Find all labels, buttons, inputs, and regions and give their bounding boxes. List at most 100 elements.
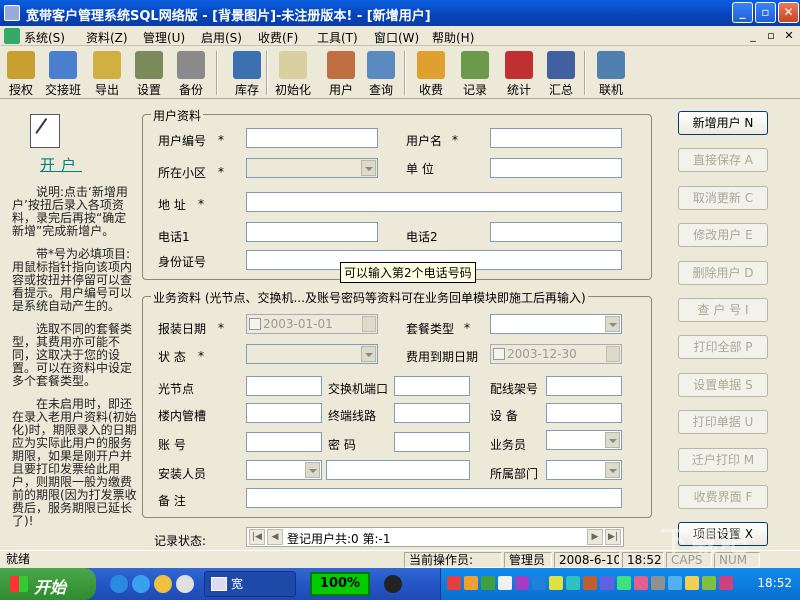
action-button-2[interactable]: 取消更新 C — [678, 185, 768, 210]
terminal-line-input[interactable] — [394, 403, 470, 423]
tray-app-icon[interactable] — [600, 576, 614, 590]
menu-help[interactable]: 帮助(H) — [432, 29, 474, 46]
expire-date-checkbox[interactable] — [493, 348, 505, 360]
tray-app-icon[interactable] — [515, 576, 529, 590]
tray-app-icon[interactable] — [634, 576, 648, 590]
tray-app-icon[interactable] — [464, 576, 478, 590]
folder-icon[interactable] — [154, 575, 172, 593]
tray-app-icon[interactable] — [549, 576, 563, 590]
action-button-1[interactable]: 直接保存 A — [678, 148, 768, 173]
action-button-10[interactable]: 收费界面 F — [678, 485, 768, 509]
chevron-down-icon[interactable] — [305, 462, 320, 478]
taskbar-app-button[interactable]: 宽 — [204, 571, 296, 597]
package-select[interactable] — [490, 314, 622, 334]
mdi-restore-button[interactable]: ▫ — [764, 29, 778, 42]
chevron-down-icon[interactable] — [605, 432, 620, 448]
install-date-picker[interactable]: 2003-01-01 — [246, 314, 378, 334]
menu-app-icon[interactable] — [4, 28, 20, 44]
spinner-icon[interactable] — [606, 346, 620, 362]
chevron-down-icon[interactable] — [605, 462, 620, 478]
menu-window[interactable]: 窗口(W) — [374, 29, 419, 46]
first-record-button[interactable]: |◀ — [249, 529, 265, 545]
tray-app-icon[interactable] — [702, 576, 716, 590]
mdi-close-button[interactable]: ✕ — [782, 29, 796, 42]
toolbar-button-4[interactable]: 备份 — [170, 49, 212, 97]
toolbar-button-2[interactable]: 导出 — [86, 49, 128, 97]
action-button-0[interactable]: 新增用户 N — [678, 111, 768, 135]
toolbar-button-10[interactable]: 记录 — [454, 49, 496, 97]
tray-app-icon[interactable] — [668, 576, 682, 590]
last-record-button[interactable]: ▶| — [605, 529, 621, 545]
chevron-down-icon[interactable] — [361, 160, 376, 176]
tray-app-icon[interactable] — [532, 576, 546, 590]
maximize-button[interactable]: ▫ — [755, 2, 776, 23]
tray-app-icon[interactable] — [719, 576, 733, 590]
tray-app-icon[interactable] — [498, 576, 512, 590]
action-button-4[interactable]: 删除用户 D — [678, 260, 768, 285]
menu-enable[interactable]: 启用(S) — [201, 29, 242, 46]
action-button-8[interactable]: 打印单据 U — [678, 410, 768, 435]
user-name-input[interactable] — [490, 128, 622, 148]
salesman-select[interactable] — [546, 430, 622, 450]
password-input[interactable] — [394, 432, 470, 452]
spinner-icon[interactable] — [362, 316, 376, 332]
toolbar-button-3[interactable]: 设置 — [128, 49, 170, 97]
action-button-6[interactable]: 打印全部 P — [678, 335, 768, 360]
tray-app-icon[interactable] — [583, 576, 597, 590]
status-select[interactable] — [246, 344, 378, 364]
toolbar-button-7[interactable]: 用户 — [320, 49, 362, 97]
installer-input[interactable] — [326, 460, 470, 480]
account-input[interactable] — [246, 432, 322, 452]
tray-app-icon[interactable] — [617, 576, 631, 590]
device-input[interactable] — [546, 403, 622, 423]
rack-input[interactable] — [546, 376, 622, 396]
toolbar-button-8[interactable]: 查询 — [360, 49, 402, 97]
toolbar-button-6[interactable]: 初始化 — [272, 49, 314, 97]
tray-app-icon[interactable] — [566, 576, 580, 590]
optical-node-input[interactable] — [246, 376, 322, 396]
menu-data[interactable]: 资料(Z) — [86, 29, 128, 46]
tray-app-icon[interactable] — [447, 576, 461, 590]
note-input[interactable] — [246, 488, 622, 508]
chevron-down-icon[interactable] — [605, 316, 620, 332]
action-button-9[interactable]: 迁户打印 M — [678, 447, 768, 472]
next-record-button[interactable]: ▶ — [587, 529, 603, 545]
community-select[interactable] — [246, 158, 378, 178]
tray-app-icon[interactable] — [481, 576, 495, 590]
ie-icon[interactable] — [132, 575, 150, 593]
plug-icon[interactable] — [384, 575, 402, 593]
toolbar-button-5[interactable]: 库存 — [226, 49, 268, 97]
toolbar-button-9[interactable]: 收费 — [410, 49, 452, 97]
tray-app-icon[interactable] — [651, 576, 665, 590]
unit-input[interactable] — [490, 158, 622, 178]
tray-app-icon[interactable] — [685, 576, 699, 590]
toolbar-button-1[interactable]: 交接班 — [42, 49, 84, 97]
action-button-5[interactable]: 查 户 号 I — [678, 298, 768, 322]
toolbar-button-11[interactable]: 统计 — [498, 49, 540, 97]
mdi-minimize-button[interactable]: _ — [746, 29, 760, 42]
desktop-icon[interactable] — [176, 575, 194, 593]
action-button-3[interactable]: 修改用户 E — [678, 223, 768, 248]
phone1-input[interactable] — [246, 222, 378, 242]
installer-select[interactable] — [246, 460, 322, 480]
chevron-down-icon[interactable] — [361, 346, 376, 362]
menu-system[interactable]: 系统(S) — [24, 29, 65, 46]
expire-date-picker[interactable]: 2003-12-30 — [490, 344, 622, 364]
minimize-button[interactable]: _ — [732, 2, 753, 23]
user-no-input[interactable] — [246, 128, 378, 148]
switch-port-input[interactable] — [394, 376, 470, 396]
install-date-checkbox[interactable] — [249, 318, 261, 330]
menu-tools[interactable]: 工具(T) — [317, 29, 358, 46]
phone2-input[interactable] — [490, 222, 622, 242]
toolbar-button-0[interactable]: 授权 — [0, 49, 42, 97]
toolbar-button-12[interactable]: 汇总 — [540, 49, 582, 97]
menu-manage[interactable]: 管理(U) — [143, 29, 185, 46]
prev-record-button[interactable]: ◀ — [267, 529, 283, 545]
address-input[interactable] — [246, 192, 622, 212]
close-button[interactable]: ✕ — [778, 2, 799, 23]
action-button-7[interactable]: 设置单据 S — [678, 372, 768, 397]
department-select[interactable] — [546, 460, 622, 480]
media-player-icon[interactable] — [110, 575, 128, 593]
start-button[interactable]: 开始 — [0, 568, 96, 600]
trunk-input[interactable] — [246, 403, 322, 423]
